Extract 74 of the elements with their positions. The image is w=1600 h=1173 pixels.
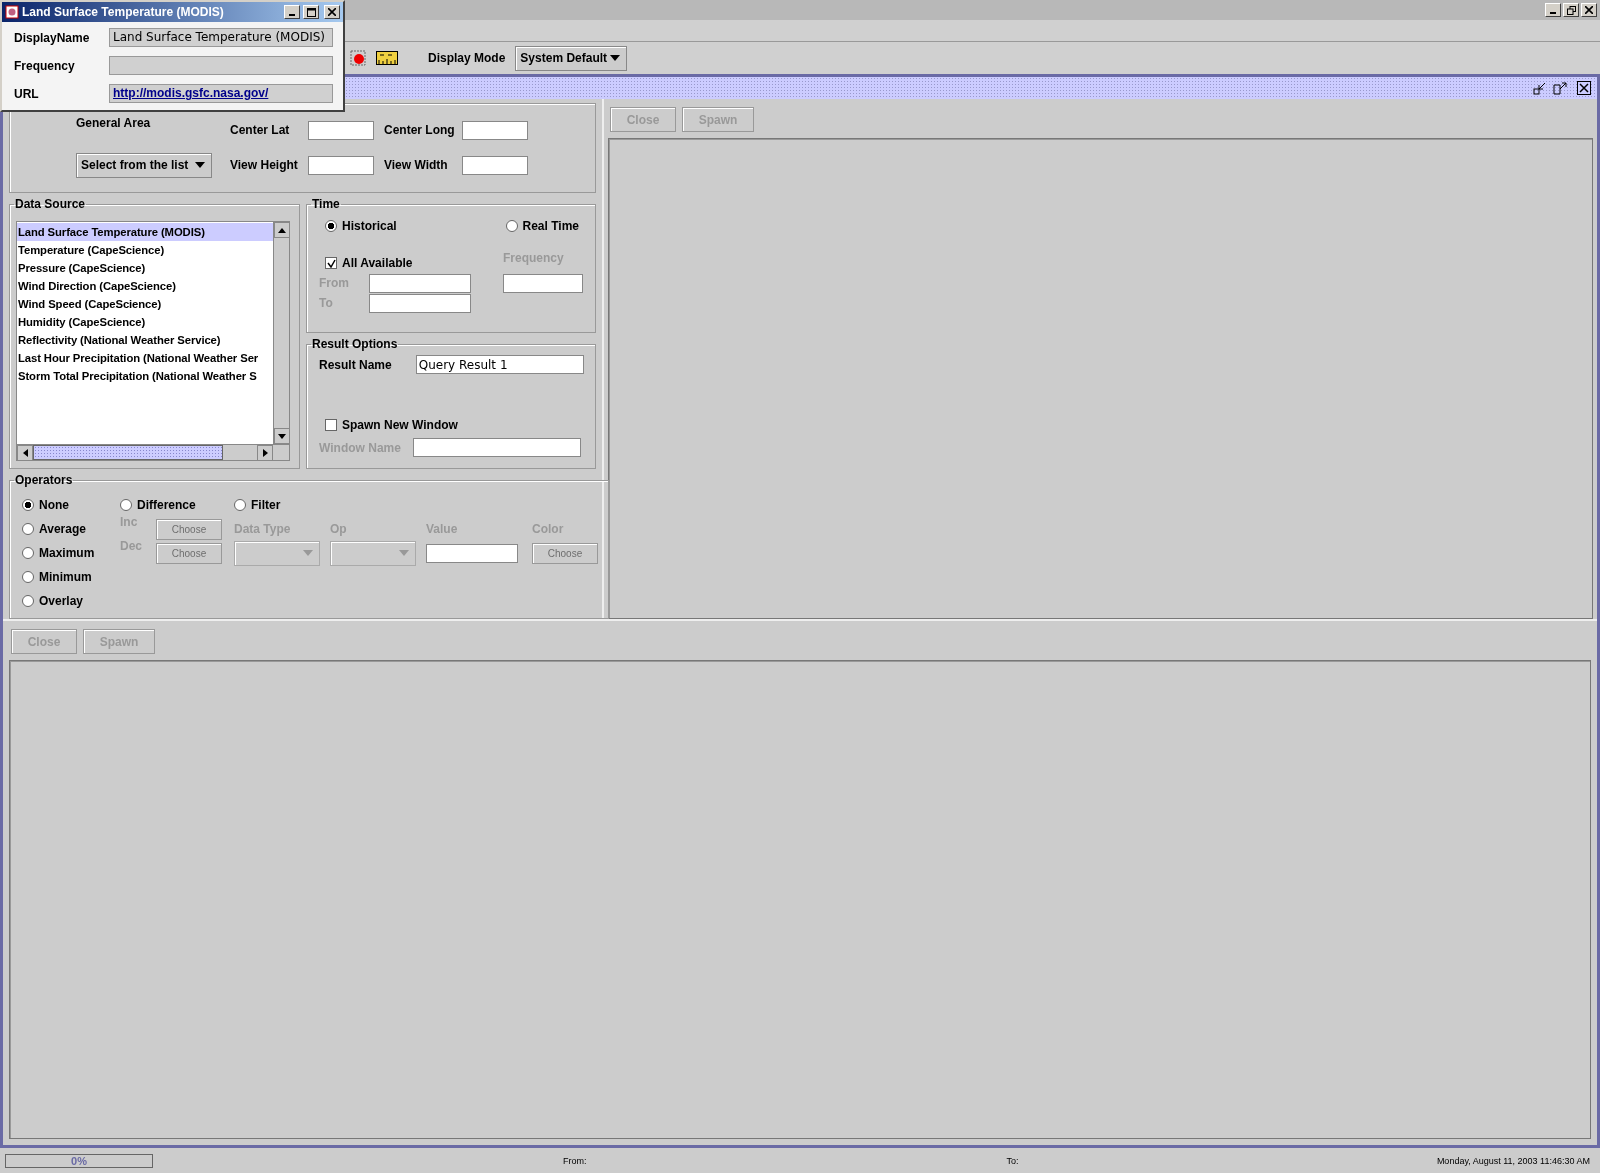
field-label: Center Lat bbox=[230, 123, 291, 137]
op-dropdown[interactable] bbox=[330, 540, 416, 566]
close-icon bbox=[328, 8, 336, 16]
radio-option[interactable]: Real Time bbox=[505, 219, 579, 233]
radio-option[interactable]: Filter bbox=[234, 498, 330, 512]
up-arrow-icon bbox=[278, 227, 286, 233]
value-field[interactable] bbox=[426, 543, 518, 563]
radio-option[interactable]: Difference bbox=[120, 498, 234, 512]
radio-option[interactable]: Maximum bbox=[22, 546, 120, 560]
frequency-field[interactable] bbox=[503, 273, 583, 293]
minimize-button[interactable] bbox=[1545, 3, 1561, 17]
data-type-dropdown[interactable] bbox=[234, 540, 320, 566]
radio-option[interactable]: None bbox=[22, 498, 120, 512]
field-label: Center Long bbox=[384, 123, 456, 137]
coordinate-field[interactable] bbox=[308, 120, 374, 140]
app-icon bbox=[5, 5, 19, 19]
caret-icon bbox=[303, 550, 313, 556]
restore-icon bbox=[1566, 5, 1576, 15]
left-arrow-icon bbox=[22, 449, 28, 457]
caret-icon bbox=[610, 55, 621, 61]
close-button[interactable] bbox=[1581, 3, 1597, 17]
ruler-icon[interactable] bbox=[376, 51, 398, 65]
coordinate-field[interactable] bbox=[462, 155, 528, 175]
url-link[interactable]: http://modis.gsfc.nasa.gov/ bbox=[113, 86, 269, 100]
radio-option[interactable]: Historical bbox=[325, 219, 397, 233]
caret-icon bbox=[399, 550, 409, 556]
group-title: Data Source bbox=[14, 197, 87, 211]
window-title: Land Surface Temperature (MODIS) bbox=[22, 5, 225, 19]
group-title: Result Options bbox=[311, 337, 399, 351]
from-field[interactable] bbox=[369, 273, 471, 293]
close-icon[interactable] bbox=[1577, 81, 1591, 95]
group-title: Time bbox=[311, 197, 341, 211]
field-label: Frequency bbox=[14, 58, 76, 73]
group-title: Operators bbox=[14, 473, 74, 487]
datetime-text: Monday, August 11, 2003 11:46:30 AM bbox=[1436, 1155, 1590, 1166]
general-area-label: General Area bbox=[76, 116, 152, 130]
field-label: URL bbox=[14, 86, 40, 101]
coordinate-field[interactable] bbox=[308, 155, 374, 175]
horizontal-scrollbar[interactable] bbox=[17, 444, 289, 460]
maximize-icon bbox=[306, 7, 316, 17]
general-area-dropdown[interactable]: Select from the list bbox=[76, 152, 212, 178]
spawn-new-window-checkbox[interactable]: Spawn New Window bbox=[325, 418, 458, 432]
all-available-checkbox[interactable]: All Available bbox=[319, 256, 499, 270]
check-icon bbox=[326, 258, 336, 268]
field-label: View Height bbox=[230, 158, 299, 172]
minimize-icon[interactable] bbox=[1533, 81, 1547, 95]
down-arrow-icon bbox=[278, 433, 286, 439]
maximize-button[interactable] bbox=[303, 5, 319, 19]
radio-option[interactable]: Overlay bbox=[22, 594, 120, 608]
target-icon[interactable] bbox=[350, 50, 366, 66]
field-label: View Width bbox=[384, 158, 449, 172]
list-item[interactable]: Land Surface Temperature (MODIS) bbox=[17, 223, 273, 241]
radio-option[interactable]: Minimum bbox=[22, 570, 120, 584]
display-mode-label: Display Mode bbox=[428, 51, 506, 65]
from-text: From: bbox=[563, 1155, 587, 1166]
to-text: To: bbox=[1006, 1155, 1019, 1166]
close-button[interactable] bbox=[324, 5, 340, 19]
right-arrow-icon bbox=[262, 449, 268, 457]
radio-option[interactable]: Average bbox=[22, 522, 120, 536]
result-name-field[interactable]: Query Result 1 bbox=[415, 355, 584, 374]
to-field[interactable] bbox=[369, 293, 471, 313]
display-mode-dropdown[interactable]: System Default bbox=[515, 45, 628, 71]
restore-button[interactable] bbox=[1563, 3, 1579, 17]
close-icon bbox=[1585, 6, 1593, 14]
field-label: DisplayName bbox=[14, 30, 91, 45]
window-name-field[interactable] bbox=[412, 438, 581, 457]
value-field: Land Surface Temperature (MODIS) bbox=[109, 28, 333, 47]
result-name-label: Result Name bbox=[319, 357, 392, 372]
progress-text: 0% bbox=[71, 1154, 87, 1167]
maximize-icon[interactable] bbox=[1553, 81, 1567, 95]
vertical-scrollbar[interactable] bbox=[273, 222, 289, 444]
minimize-button[interactable] bbox=[284, 5, 300, 19]
coordinate-field[interactable] bbox=[462, 120, 528, 140]
caret-icon bbox=[195, 162, 205, 168]
